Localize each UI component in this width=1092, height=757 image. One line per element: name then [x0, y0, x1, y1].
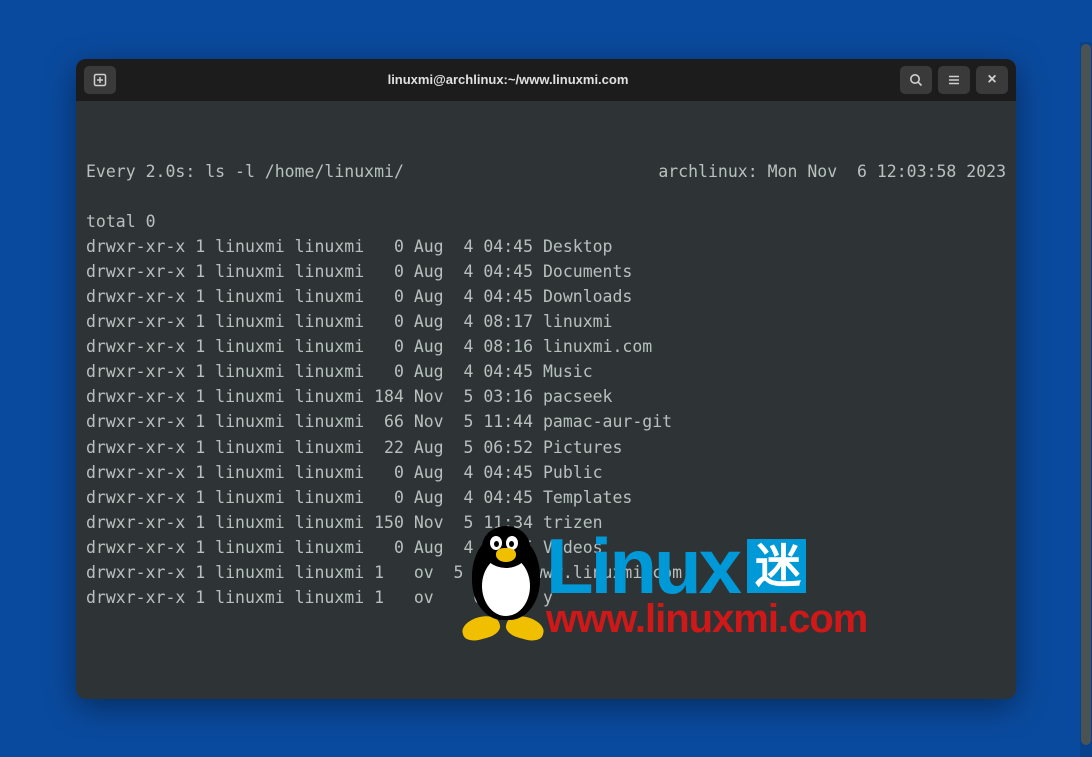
watch-timestamp: archlinux: Mon Nov 6 12:03:58 2023 — [658, 159, 1006, 184]
listing-row: drwxr-xr-x 1 linuxmi linuxmi 0 Aug 4 04:… — [86, 234, 1006, 259]
listing-total: total 0 — [86, 209, 1006, 234]
listing-row: drwxr-xr-x 1 linuxmi linuxmi 184 Nov 5 0… — [86, 384, 1006, 409]
listing-row: drwxr-xr-x 1 linuxmi linuxmi 0 Aug 4 04:… — [86, 535, 1006, 560]
listing-row: drwxr-xr-x 1 linuxmi linuxmi 0 Aug 4 08:… — [86, 334, 1006, 359]
listing-row: drwxr-xr-x 1 linuxmi linuxmi 0 Aug 4 04:… — [86, 359, 1006, 384]
close-icon: × — [987, 71, 996, 89]
menu-button[interactable] — [938, 66, 970, 94]
listing-row: drwxr-xr-x 1 linuxmi linuxmi 0 Aug 4 04:… — [86, 259, 1006, 284]
listing-row: drwxr-xr-x 1 linuxmi linuxmi 1 ov 5 11:2… — [86, 560, 1006, 585]
close-button[interactable]: × — [976, 66, 1008, 94]
listing-row: drwxr-xr-x 1 linuxmi linuxmi 0 Aug 4 04:… — [86, 460, 1006, 485]
listing-row: drwxr-xr-x 1 linuxmi linuxmi 150 Nov 5 1… — [86, 510, 1006, 535]
terminal-window: linuxmi@archlinux:~/www.linuxmi.com × — [76, 59, 1016, 699]
listing-rows: drwxr-xr-x 1 linuxmi linuxmi 0 Aug 4 04:… — [86, 234, 1006, 610]
listing-row: drwxr-xr-x 1 linuxmi linuxmi 0 Aug 4 08:… — [86, 309, 1006, 334]
terminal-body[interactable]: Every 2.0s: ls -l /home/linuxmi/archlinu… — [76, 101, 1016, 699]
listing-row: drwxr-xr-x 1 linuxmi linuxmi 1 ov 02:0 y — [86, 585, 1006, 610]
watch-command: Every 2.0s: ls -l /home/linuxmi/ — [86, 159, 404, 184]
listing-row: drwxr-xr-x 1 linuxmi linuxmi 0 Aug 4 04:… — [86, 485, 1006, 510]
watch-header: Every 2.0s: ls -l /home/linuxmi/archlinu… — [86, 159, 1006, 184]
search-button[interactable] — [900, 66, 932, 94]
listing-row: drwxr-xr-x 1 linuxmi linuxmi 22 Aug 5 06… — [86, 435, 1006, 460]
window-title: linuxmi@archlinux:~/www.linuxmi.com — [116, 72, 900, 87]
listing-row: drwxr-xr-x 1 linuxmi linuxmi 66 Nov 5 11… — [86, 409, 1006, 434]
title-bar: linuxmi@archlinux:~/www.linuxmi.com × — [76, 59, 1016, 101]
new-tab-button[interactable] — [84, 66, 116, 94]
listing-row: drwxr-xr-x 1 linuxmi linuxmi 0 Aug 4 04:… — [86, 284, 1006, 309]
